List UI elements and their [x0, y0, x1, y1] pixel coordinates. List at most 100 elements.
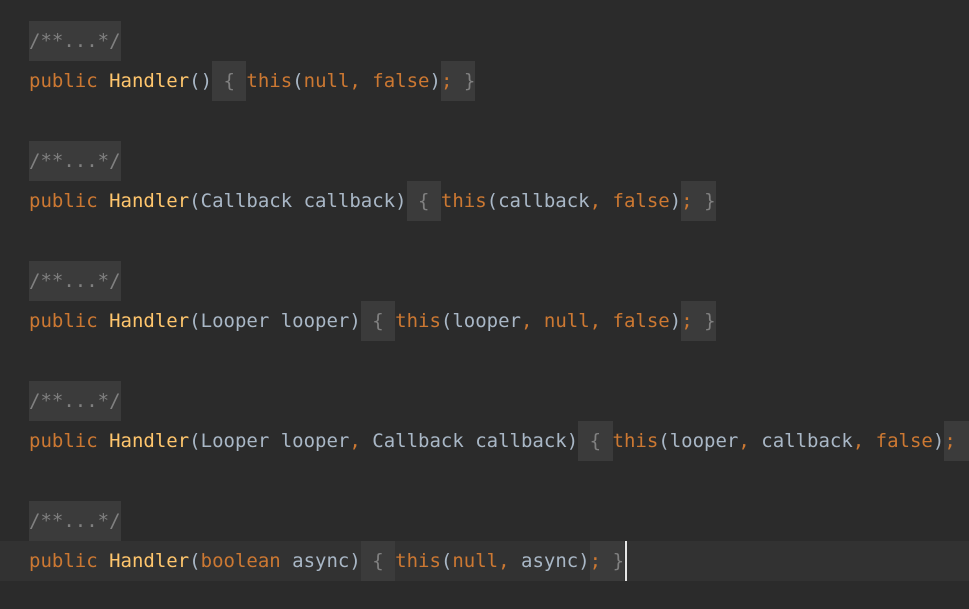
- argument: async: [521, 550, 579, 572]
- param-name: async: [292, 550, 350, 572]
- semicolon: ;: [440, 70, 453, 92]
- param-type: Looper: [200, 310, 270, 332]
- method-name: Handler: [109, 430, 190, 452]
- args-close: ): [429, 70, 441, 92]
- doc-comment-line: /**...*/: [0, 501, 969, 541]
- comma: ,: [589, 310, 613, 332]
- argument: false: [612, 190, 670, 212]
- param-type: boolean: [200, 550, 281, 572]
- brace-close: }: [452, 70, 476, 92]
- text-caret: [625, 541, 628, 581]
- modifier-keyword: public: [29, 190, 98, 212]
- args-open: (: [440, 310, 453, 332]
- folded-doc-comment[interactable]: /**...*/: [29, 141, 121, 181]
- this-keyword: this: [395, 550, 441, 572]
- comma: ,: [349, 430, 373, 452]
- constructor-line[interactable]: public Handler(Looper looper) { this(loo…: [0, 301, 969, 341]
- folded-doc-comment[interactable]: /**...*/: [29, 261, 121, 301]
- argument: false: [612, 310, 670, 332]
- brace-close: }: [956, 430, 969, 452]
- paren-close: ): [566, 430, 579, 452]
- folded-doc-comment[interactable]: /**...*/: [29, 21, 121, 61]
- paren-open: (: [189, 430, 201, 452]
- paren-close: ): [349, 550, 361, 572]
- args-close: ): [669, 190, 682, 212]
- code-editor[interactable]: /**...*/public Handler() { this(null, fa…: [0, 0, 969, 609]
- comma: ,: [852, 430, 876, 452]
- paren-open: (: [189, 70, 201, 92]
- constructor-line[interactable]: public Handler(Callback callback) { this…: [0, 181, 969, 221]
- param-name: looper: [280, 310, 350, 332]
- method-body-inline: this(null, async): [395, 541, 590, 581]
- param-type: Callback: [200, 190, 293, 212]
- args-close: ): [932, 430, 945, 452]
- folded-body-open[interactable]: {: [406, 181, 441, 221]
- folded-body-close[interactable]: ; }: [440, 61, 476, 101]
- brace-close: }: [692, 310, 716, 332]
- method-name: Handler: [109, 310, 190, 332]
- argument: looper: [669, 430, 739, 452]
- folded-doc-comment[interactable]: /**...*/: [29, 501, 121, 541]
- argument: looper: [452, 310, 521, 332]
- argument: false: [372, 70, 430, 92]
- modifier-keyword: public: [29, 430, 98, 452]
- this-keyword: this: [612, 430, 659, 452]
- paren-open: (: [189, 310, 201, 332]
- doc-comment-line: /**...*/: [0, 261, 969, 301]
- this-keyword: this: [395, 310, 441, 332]
- semicolon: ;: [681, 190, 693, 212]
- semicolon: ;: [944, 430, 956, 452]
- doc-comment-line: /**...*/: [0, 141, 969, 181]
- args-open: (: [658, 430, 670, 452]
- method-body-inline: this(callback, false): [441, 181, 681, 221]
- comma: ,: [521, 310, 544, 332]
- param-name: looper: [280, 430, 350, 452]
- argument: callback: [498, 190, 590, 212]
- constructor-line[interactable]: public Handler(Looper looper, Callback c…: [0, 421, 969, 461]
- paren-open: (: [189, 190, 201, 212]
- param-type: Looper: [200, 430, 270, 452]
- paren-close: ): [200, 70, 213, 92]
- args-close: ): [578, 550, 590, 572]
- comma: ,: [589, 190, 613, 212]
- this-keyword: this: [246, 70, 293, 92]
- folded-body-close[interactable]: ; }: [944, 421, 969, 461]
- folded-doc-comment[interactable]: /**...*/: [29, 381, 121, 421]
- brace-close: }: [601, 550, 625, 572]
- semicolon: ;: [589, 550, 602, 572]
- folded-body-open[interactable]: {: [578, 421, 613, 461]
- folded-body-close[interactable]: ; }: [681, 181, 716, 221]
- folded-body-open[interactable]: {: [212, 61, 247, 101]
- constructor-line[interactable]: public Handler() { this(null, false); }: [0, 61, 969, 101]
- argument: false: [875, 430, 933, 452]
- args-open: (: [440, 550, 453, 572]
- brace-close: }: [692, 190, 716, 212]
- paren-open: (: [189, 550, 201, 572]
- semicolon: ;: [681, 310, 693, 332]
- method-name: Handler: [109, 190, 190, 212]
- method-name: Handler: [109, 550, 190, 572]
- argument: null: [303, 70, 350, 92]
- param-name: callback: [475, 430, 567, 452]
- folded-body-open[interactable]: {: [360, 541, 396, 581]
- method-body-inline: this(looper, callback, false): [613, 421, 945, 461]
- folded-body-close[interactable]: ; }: [681, 301, 716, 341]
- modifier-keyword: public: [29, 550, 98, 572]
- args-close: ): [669, 310, 682, 332]
- method-name: Handler: [109, 70, 190, 92]
- doc-comment-line: /**...*/: [0, 381, 969, 421]
- folded-body-close[interactable]: ; }: [589, 541, 625, 581]
- constructor-line[interactable]: public Handler(boolean async) { this(nul…: [0, 541, 969, 581]
- comma: ,: [349, 70, 373, 92]
- param-type: Callback: [372, 430, 464, 452]
- folded-body-open[interactable]: {: [360, 301, 396, 341]
- comma: ,: [738, 430, 762, 452]
